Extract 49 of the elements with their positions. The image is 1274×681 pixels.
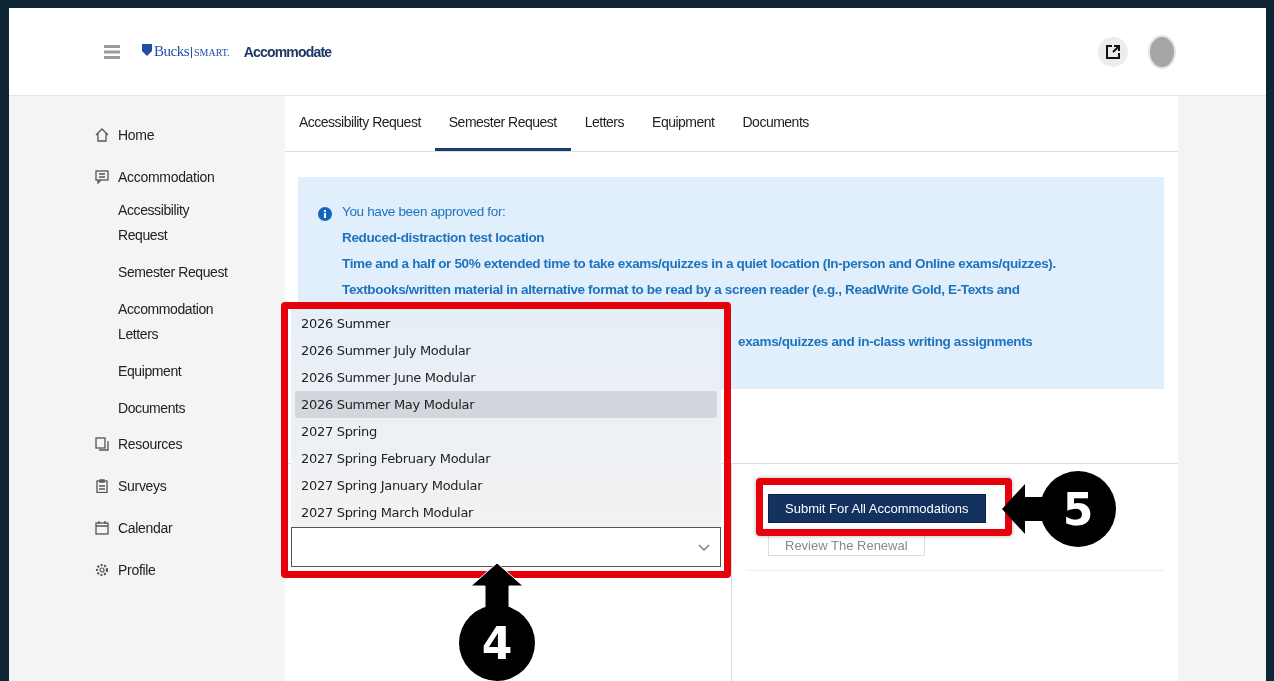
sidebar-subitem[interactable]: Equipment bbox=[95, 359, 228, 384]
dropdown-option[interactable]: 2027 Spring January Modular bbox=[295, 472, 717, 499]
copy-icon bbox=[95, 437, 109, 451]
shield-icon bbox=[142, 44, 152, 56]
tab[interactable]: Accessibility Request bbox=[285, 96, 435, 151]
sidebar-item[interactable]: Surveys bbox=[95, 475, 285, 497]
review-button[interactable]: Review The Renewal bbox=[768, 535, 925, 556]
sidebar-item[interactable]: Profile bbox=[95, 559, 285, 581]
dropdown-option[interactable]: 2026 Summer June Modular bbox=[295, 364, 717, 391]
clipboard-icon bbox=[95, 479, 109, 493]
home-icon bbox=[95, 128, 109, 142]
sidebar-subitem[interactable]: Accessibility Request bbox=[95, 198, 228, 248]
external-link-button[interactable] bbox=[1098, 36, 1128, 67]
logo-suffix: SMART. bbox=[191, 47, 230, 58]
sidebar-item[interactable]: Accommodation bbox=[95, 166, 285, 188]
tab[interactable]: Letters bbox=[570, 96, 639, 151]
submit-button[interactable]: Submit For All Accommodations bbox=[768, 494, 986, 523]
logo-text: Bucks bbox=[154, 43, 189, 60]
external-link-icon bbox=[1105, 43, 1121, 60]
chevron-down-icon bbox=[698, 543, 710, 551]
approved-accommodation: Textbooks/written material in alternative format to be read by a screen reader (e.g., ReadWrite Gold, E-Texts and bbox=[342, 281, 1021, 299]
notice-intro: You have been approved for: bbox=[342, 203, 507, 221]
calendar-icon bbox=[95, 521, 109, 535]
approved-accommodation: Reduced-distraction test location bbox=[342, 229, 546, 247]
step-marker: 5 bbox=[1040, 471, 1116, 547]
sidebar-subitem[interactable]: Accommodation Letters bbox=[95, 297, 228, 347]
tab[interactable]: Equipment bbox=[638, 96, 729, 151]
dropdown-option[interactable]: 2027 Spring February Modular bbox=[295, 445, 717, 472]
semester-select[interactable] bbox=[291, 527, 721, 567]
sidebar-item[interactable]: Calendar bbox=[95, 517, 285, 539]
approved-accommodation: exams/quizzes and in-class writing assignments bbox=[738, 333, 1034, 351]
dropdown-option[interactable]: 2026 Summer May Modular bbox=[295, 391, 717, 418]
dropdown-option[interactable]: 2026 Summer July Modular bbox=[295, 337, 717, 364]
dropdown-option[interactable]: 2026 Summer bbox=[295, 310, 717, 337]
dropdown-option[interactable]: 2027 Spring March Modular bbox=[295, 499, 717, 526]
tab[interactable]: Semester Request bbox=[434, 96, 571, 151]
sidebar-subitem[interactable]: Documents bbox=[95, 396, 228, 421]
gear-icon bbox=[95, 563, 109, 577]
product-logo: Accommodate bbox=[243, 43, 332, 60]
menu-icon[interactable] bbox=[104, 44, 120, 59]
sidebar-item[interactable]: Resources bbox=[95, 433, 285, 455]
chat-icon bbox=[95, 170, 109, 184]
step-marker: 4 bbox=[459, 605, 535, 681]
sidebar-subitem[interactable]: Semester Request bbox=[95, 260, 228, 285]
tab[interactable]: Documents bbox=[728, 96, 823, 151]
approved-accommodation: Time and a half or 50% extended time to take exams/quizzes in a quiet location (In-person and Online exams/quizzes). bbox=[342, 255, 1056, 273]
sidebar-item[interactable]: Home bbox=[95, 124, 285, 146]
dropdown-option[interactable]: 2027 Spring bbox=[295, 418, 717, 445]
info-icon bbox=[318, 207, 332, 221]
